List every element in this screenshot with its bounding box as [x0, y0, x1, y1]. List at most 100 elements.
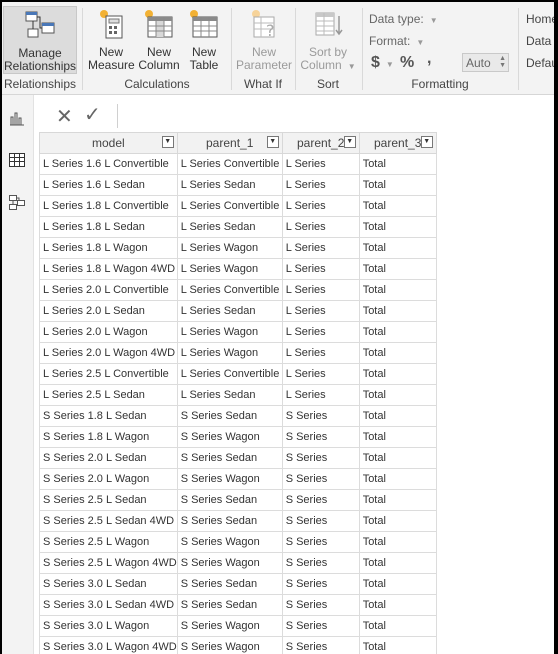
table-cell[interactable]: L Series	[281, 195, 360, 217]
table-cell[interactable]: L Series Sedan	[176, 384, 283, 406]
filter-dropdown-icon[interactable]: ▼	[161, 136, 174, 148]
commit-formula-icon[interactable]: ✓	[84, 102, 101, 127]
table-cell[interactable]: L Series	[281, 384, 360, 406]
column-header-parent-3[interactable]: parent_3 ▼	[358, 132, 437, 154]
decimal-places-input[interactable]: Auto ▲ ▼	[462, 53, 509, 72]
table-cell[interactable]: S Series	[281, 468, 360, 490]
table-cell[interactable]: L Series	[281, 153, 360, 175]
table-cell[interactable]: S Series	[281, 510, 360, 532]
table-cell[interactable]: Total	[358, 300, 437, 322]
table-cell[interactable]: L Series	[281, 300, 360, 322]
table-cell[interactable]: L Series Sedan	[176, 300, 283, 322]
table-cell[interactable]: Total	[358, 279, 437, 301]
table-cell[interactable]: L Series 2.0 L Wagon	[39, 321, 178, 343]
table-cell[interactable]: Total	[358, 342, 437, 364]
table-cell[interactable]: L Series	[281, 237, 360, 259]
table-cell[interactable]: L Series 1.8 L Convertible	[39, 195, 178, 217]
default-summarization-label[interactable]: Defau	[526, 56, 554, 70]
cancel-formula-icon[interactable]: ✕	[56, 104, 73, 129]
table-cell[interactable]: S Series Sedan	[176, 405, 283, 427]
table-cell[interactable]: S Series	[281, 594, 360, 616]
table-cell[interactable]: S Series	[281, 531, 360, 553]
table-cell[interactable]: S Series Sedan	[176, 489, 283, 511]
table-cell[interactable]: L Series	[281, 342, 360, 364]
table-cell[interactable]: S Series 2.5 L Sedan 4WD	[39, 510, 178, 532]
table-cell[interactable]: Total	[358, 237, 437, 259]
table-cell[interactable]: Total	[358, 174, 437, 196]
table-cell[interactable]: S Series 1.8 L Wagon	[39, 426, 178, 448]
table-cell[interactable]: L Series Wagon	[176, 342, 283, 364]
table-cell[interactable]: S Series 2.5 L Wagon	[39, 531, 178, 553]
table-cell[interactable]: L Series Convertible	[176, 279, 283, 301]
table-cell[interactable]: L Series Sedan	[176, 216, 283, 238]
filter-dropdown-icon[interactable]: ▼	[420, 136, 433, 148]
table-cell[interactable]: Total	[358, 153, 437, 175]
new-measure-button[interactable]: New Measure	[88, 6, 135, 74]
report-view-icon[interactable]	[8, 109, 26, 127]
table-cell[interactable]: L Series 1.6 L Convertible	[39, 153, 178, 175]
table-cell[interactable]: Total	[358, 447, 437, 469]
table-cell[interactable]: S Series	[281, 405, 360, 427]
table-cell[interactable]: L Series	[281, 174, 360, 196]
comma-button[interactable]: ,	[427, 50, 431, 68]
table-cell[interactable]: Total	[358, 468, 437, 490]
table-cell[interactable]: L Series 2.0 L Wagon 4WD	[39, 342, 178, 364]
table-cell[interactable]: Total	[358, 426, 437, 448]
table-cell[interactable]: S Series Wagon	[176, 468, 283, 490]
table-cell[interactable]: Total	[358, 615, 437, 637]
table-cell[interactable]: L Series Convertible	[176, 153, 283, 175]
table-cell[interactable]: L Series Wagon	[176, 321, 283, 343]
table-cell[interactable]: L Series Convertible	[176, 363, 283, 385]
table-cell[interactable]: Total	[358, 489, 437, 511]
percent-button[interactable]: %	[400, 54, 414, 72]
table-cell[interactable]: Total	[358, 384, 437, 406]
table-cell[interactable]: S Series	[281, 636, 360, 654]
home-table-label[interactable]: Home	[526, 12, 554, 26]
table-cell[interactable]: L Series Wagon	[176, 258, 283, 280]
table-cell[interactable]: S Series	[281, 573, 360, 595]
table-cell[interactable]: L Series Wagon	[176, 237, 283, 259]
table-cell[interactable]: Total	[358, 405, 437, 427]
table-cell[interactable]: S Series Sedan	[176, 510, 283, 532]
column-header-parent-1[interactable]: parent_1 ▼	[176, 132, 283, 154]
currency-button[interactable]: $ ▼	[371, 54, 394, 72]
table-cell[interactable]: S Series 2.5 L Sedan	[39, 489, 178, 511]
table-cell[interactable]: Total	[358, 258, 437, 280]
table-cell[interactable]: S Series Sedan	[176, 447, 283, 469]
model-view-icon[interactable]	[8, 193, 26, 211]
table-cell[interactable]: L Series 2.0 L Sedan	[39, 300, 178, 322]
new-column-button[interactable]: New Column	[136, 6, 182, 74]
table-cell[interactable]: L Series	[281, 321, 360, 343]
table-cell[interactable]: L Series	[281, 216, 360, 238]
table-cell[interactable]: L Series	[281, 258, 360, 280]
table-cell[interactable]: S Series Wagon	[176, 552, 283, 574]
table-cell[interactable]: Total	[358, 594, 437, 616]
table-cell[interactable]: L Series 2.5 L Sedan	[39, 384, 178, 406]
column-header-parent-2[interactable]: parent_2 ▼	[281, 132, 360, 154]
column-header-model[interactable]: model ▼	[39, 132, 178, 154]
sort-by-column-button[interactable]: Sort by Column ▼	[300, 6, 356, 74]
table-cell[interactable]: Total	[358, 363, 437, 385]
table-cell[interactable]: L Series Sedan	[176, 174, 283, 196]
table-cell[interactable]: S Series	[281, 615, 360, 637]
filter-dropdown-icon[interactable]: ▼	[266, 136, 279, 148]
table-cell[interactable]: Total	[358, 552, 437, 574]
table-cell[interactable]: S Series Wagon	[176, 636, 283, 654]
table-cell[interactable]: S Series 2.0 L Wagon	[39, 468, 178, 490]
table-cell[interactable]: Total	[358, 636, 437, 654]
table-cell[interactable]: S Series 1.8 L Sedan	[39, 405, 178, 427]
data-view-icon[interactable]	[8, 151, 26, 169]
format-dropdown[interactable]: Format: ▼	[369, 34, 424, 48]
table-cell[interactable]: S Series 2.5 L Wagon 4WD	[39, 552, 178, 574]
table-cell[interactable]: L Series	[281, 279, 360, 301]
table-cell[interactable]: S Series Sedan	[176, 594, 283, 616]
table-cell[interactable]: S Series 3.0 L Wagon 4WD	[39, 636, 178, 654]
table-cell[interactable]: S Series 2.0 L Sedan	[39, 447, 178, 469]
table-cell[interactable]: S Series Wagon	[176, 615, 283, 637]
filter-dropdown-icon[interactable]: ▼	[343, 136, 356, 148]
table-cell[interactable]: L Series	[281, 363, 360, 385]
data-category-label[interactable]: Data c	[526, 34, 554, 48]
table-cell[interactable]: Total	[358, 216, 437, 238]
table-cell[interactable]: L Series 2.5 L Convertible	[39, 363, 178, 385]
table-cell[interactable]: L Series 1.8 L Sedan	[39, 216, 178, 238]
